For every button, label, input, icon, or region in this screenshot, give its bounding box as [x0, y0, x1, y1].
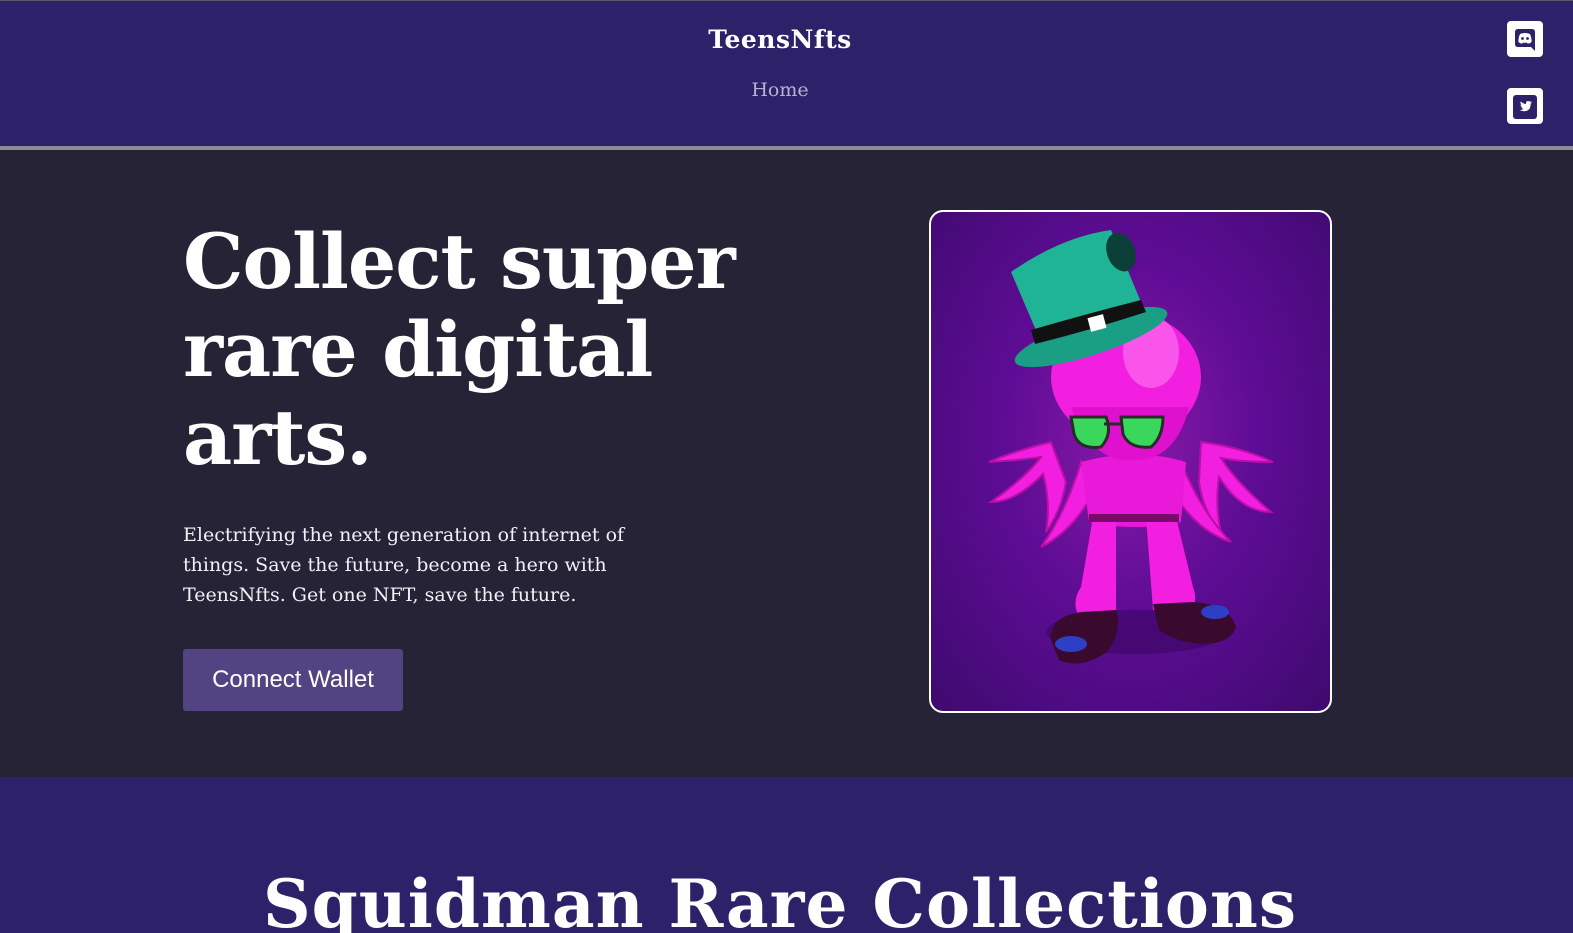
hero-section: Collect super rare digital arts. Electri… — [0, 150, 1573, 777]
site-header: TeensNfts Home — [0, 0, 1573, 146]
squidman-nft-image — [987, 230, 1274, 664]
discord-link[interactable] — [1507, 21, 1543, 57]
connect-wallet-button[interactable]: Connect Wallet — [183, 649, 403, 711]
hero-description: Electrifying the next generation of inte… — [183, 524, 625, 606]
nav-link-home[interactable]: Home — [751, 79, 808, 101]
hero-title: Collect super rare digital arts. — [183, 217, 736, 482]
nav-bar: Home — [0, 79, 1560, 101]
nft-artwork-card — [929, 210, 1332, 713]
brand-logo[interactable]: TeensNfts — [0, 25, 1560, 54]
collections-title: Squidman Rare Collections — [262, 865, 1298, 933]
collections-section: Squidman Rare Collections — [0, 777, 1573, 933]
twitter-icon — [1513, 95, 1537, 119]
twitter-link[interactable] — [1507, 88, 1543, 124]
discord-icon — [1515, 29, 1535, 51]
